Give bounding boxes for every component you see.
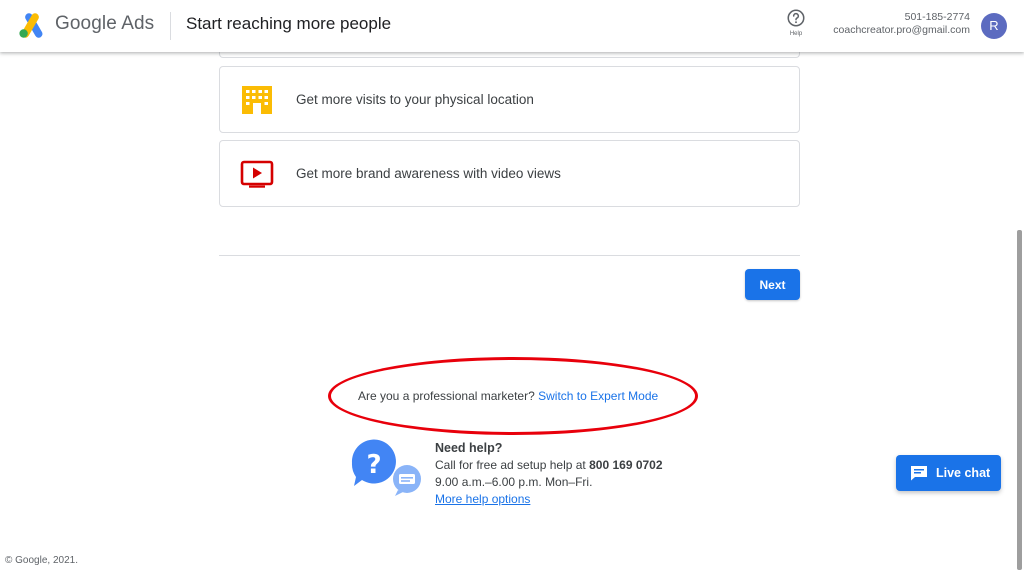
goal-card-store-visits[interactable]: Get more visits to your physical locatio… bbox=[219, 66, 800, 133]
copyright-footer: © Google, 2021. bbox=[5, 555, 78, 566]
help-label: Help bbox=[789, 31, 803, 37]
next-button[interactable]: Next bbox=[745, 269, 800, 300]
switch-to-expert-mode-link[interactable]: Switch to Expert Mode bbox=[538, 389, 658, 403]
help-circle-icon bbox=[787, 9, 805, 27]
account-info[interactable]: 501-185-2774 coachcreator.pro@gmail.com bbox=[833, 11, 970, 37]
avatar[interactable]: R bbox=[981, 13, 1007, 39]
support-hours: 9.00 a.m.–6.00 p.m. Mon–Fri. bbox=[435, 475, 593, 489]
brand-name: Google Ads bbox=[55, 13, 155, 34]
expert-mode-prompt: Are you a professional marketer? Switch … bbox=[358, 389, 658, 403]
page-scrollbar[interactable] bbox=[1017, 230, 1022, 570]
video-play-icon bbox=[240, 160, 274, 188]
google-ads-logo-icon[interactable] bbox=[18, 13, 46, 39]
svg-text:?: ? bbox=[366, 450, 381, 480]
live-chat-button[interactable]: Live chat bbox=[896, 455, 1001, 491]
need-help-title: Need help? bbox=[435, 441, 503, 455]
call-line: Call for free ad setup help at 800 169 0… bbox=[435, 457, 663, 474]
live-chat-label: Live chat bbox=[936, 466, 991, 480]
header-divider bbox=[170, 12, 171, 40]
account-id: 501-185-2774 bbox=[904, 11, 970, 23]
section-divider bbox=[219, 255, 800, 256]
call-text: Call for free ad setup help at bbox=[435, 458, 586, 472]
goal-label: Get more visits to your physical locatio… bbox=[296, 92, 534, 107]
chat-bubble-icon bbox=[911, 466, 927, 481]
more-help-options-link[interactable]: More help options bbox=[435, 492, 530, 506]
page-title: Start reaching more people bbox=[186, 14, 392, 33]
help-button[interactable]: Help bbox=[784, 9, 808, 43]
top-app-bar: Google Ads Start reaching more people He… bbox=[0, 0, 1024, 52]
goal-label: Get more brand awareness with video view… bbox=[296, 166, 561, 181]
store-icon bbox=[242, 86, 272, 114]
goal-card-video-views[interactable]: Get more brand awareness with video view… bbox=[219, 140, 800, 207]
expert-question: Are you a professional marketer? bbox=[358, 389, 535, 403]
need-help-panel: Need help? Call for free ad setup help a… bbox=[435, 440, 663, 508]
account-email: coachcreator.pro@gmail.com bbox=[833, 24, 970, 36]
help-chat-illustration-icon: ? bbox=[351, 439, 421, 496]
support-phone: 800 169 0702 bbox=[589, 458, 663, 472]
